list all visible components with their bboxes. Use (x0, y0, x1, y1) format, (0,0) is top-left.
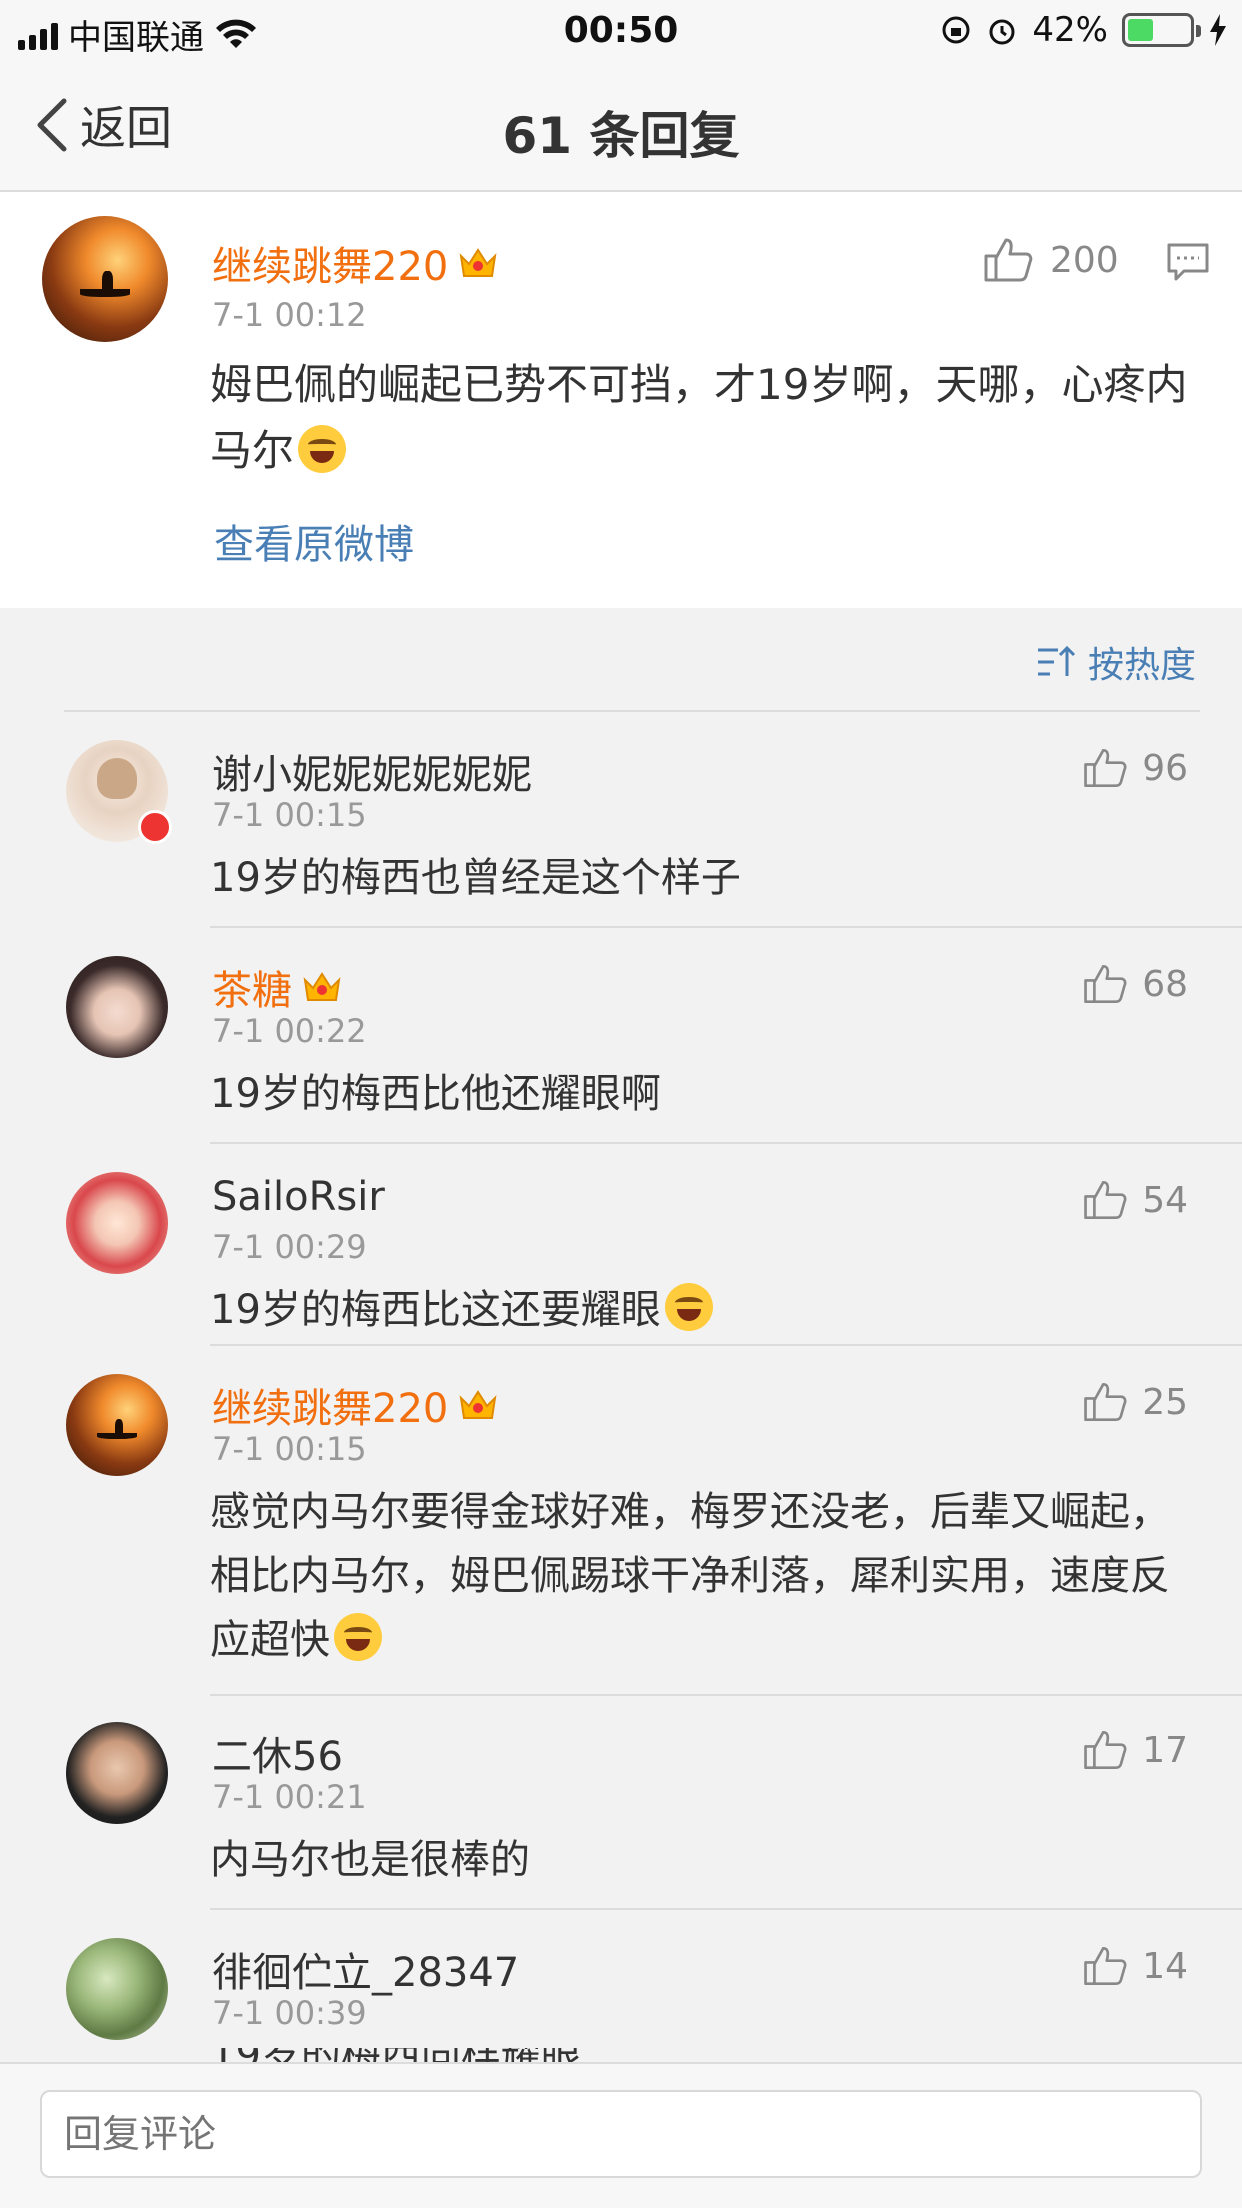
comment-text: 姆巴佩的崛起已势不可挡，才19岁啊，天哪，心疼内马尔 (210, 352, 1190, 484)
like-count: 96 (1142, 747, 1188, 789)
thumbs-up-icon (1084, 1382, 1127, 1422)
like-button[interactable]: 68 (1082, 962, 1188, 1006)
avatar[interactable] (66, 956, 168, 1058)
reply-time: 7-1 00:22 (212, 1012, 367, 1050)
sort-button[interactable]: 按热度 (1036, 636, 1196, 688)
username[interactable]: 二休56 (212, 1724, 343, 1782)
battery-percent: 42% (1032, 10, 1108, 50)
like-count: 14 (1142, 1945, 1188, 1987)
thumbs-up-icon (1084, 964, 1127, 1004)
view-original-link[interactable]: 查看原微博 (214, 512, 414, 570)
username[interactable]: 茶糖 (212, 958, 292, 1016)
nav-bar: 返回 61 条回复 (0, 62, 1242, 192)
username[interactable]: 徘徊伫立_28347 (212, 1940, 519, 1998)
username[interactable]: 谢小妮妮妮妮妮妮 (212, 742, 532, 800)
divider (64, 710, 1200, 712)
username[interactable]: SailoRsir (212, 1174, 385, 1220)
reply-user: SailoRsir (212, 1174, 385, 1220)
like-count: 68 (1142, 963, 1188, 1005)
username[interactable]: 继续跳舞220 (212, 234, 448, 292)
reply-user: 二休56 (212, 1724, 343, 1782)
shy-emoji-icon (334, 1613, 382, 1661)
reply-input[interactable] (40, 2090, 1202, 2178)
like-count: 200 (1050, 239, 1119, 281)
page-title: 61 条回复 (502, 107, 740, 165)
avatar[interactable] (42, 216, 168, 342)
reply-text: 19岁的梅西比这还要耀眼 (210, 1278, 1190, 1342)
avatar[interactable] (66, 1374, 168, 1476)
like-button[interactable]: 200 (982, 236, 1119, 284)
reply-user: 徘徊伫立_28347 (212, 1940, 519, 1998)
vip-crown-icon (303, 972, 341, 1001)
reply-text-truncated: 19岁的梅西同样耀眼 (210, 2048, 810, 2062)
thumbs-up-icon (984, 238, 1033, 282)
reply-text-body: 19岁的梅西比这还要耀眼 (210, 1287, 661, 1333)
battery-icon (1122, 13, 1201, 47)
thumbs-up-icon (1084, 1946, 1127, 1986)
reply-text: 19岁的梅西也曾经是这个样子 (210, 855, 741, 901)
like-button[interactable]: 54 (1082, 1178, 1188, 1222)
vip-crown-icon (459, 1390, 497, 1419)
comment-text-body: 姆巴佩的崛起已势不可挡，才19岁啊，天哪，心疼内马尔 (210, 360, 1188, 475)
username[interactable]: 继续跳舞220 (212, 1376, 448, 1434)
reply-text: 感觉内马尔要得金球好难，梅罗还没老，后辈又崛起，相比内马尔，姆巴佩踢球干净利落，… (210, 1480, 1190, 1672)
thumbs-up-icon (1084, 1730, 1127, 1770)
reply-time: 7-1 00:39 (212, 1994, 367, 2032)
like-button[interactable]: 14 (1082, 1944, 1188, 1988)
reply-user: 继续跳舞220 (212, 1376, 498, 1434)
rotation-lock-icon (942, 16, 970, 44)
verified-badge-icon (138, 810, 172, 844)
reply-time: 7-1 00:15 (212, 796, 367, 834)
like-count: 25 (1142, 1381, 1188, 1423)
bottom-bar (0, 2062, 1242, 2208)
divider (210, 1694, 1242, 1696)
comment-time: 7-1 00:12 (212, 296, 367, 334)
avatar[interactable] (66, 1172, 168, 1274)
divider (210, 1344, 1242, 1346)
battery-fill (1128, 19, 1154, 41)
status-bar: 中国联通 00:50 42% (0, 0, 1242, 62)
main-comment-user: 继续跳舞220 (212, 234, 498, 292)
comment-icon[interactable] (1166, 242, 1210, 282)
reply-user: 茶糖 (212, 958, 342, 1016)
reply-time: 7-1 00:21 (212, 1778, 367, 1816)
thumbs-up-icon (1084, 748, 1127, 788)
reply-user: 谢小妮妮妮妮妮妮 (212, 742, 532, 800)
like-button[interactable]: 17 (1082, 1728, 1188, 1772)
like-button[interactable]: 96 (1082, 746, 1188, 790)
reply-time: 7-1 00:29 (212, 1228, 367, 1266)
divider (210, 926, 1242, 928)
charging-icon (1210, 14, 1226, 46)
alarm-icon (989, 19, 1015, 45)
reply-text: 19岁的梅西比他还耀眼啊 (210, 1071, 661, 1117)
like-button[interactable]: 25 (1082, 1380, 1188, 1424)
reply-text: 内马尔也是很棒的 (210, 1837, 530, 1883)
divider (210, 1142, 1242, 1144)
like-count: 17 (1142, 1729, 1188, 1771)
avatar[interactable] (66, 1938, 168, 2040)
reply-time: 7-1 00:15 (212, 1430, 367, 1468)
divider (210, 1908, 1242, 1910)
sort-label: 按热度 (1088, 645, 1197, 686)
status-right: 42% (940, 10, 1228, 50)
sort-icon (1038, 645, 1076, 676)
vip-crown-icon (459, 248, 497, 277)
sad-emoji-icon (664, 1283, 713, 1331)
laugh-cry-emoji-icon (298, 425, 347, 473)
like-count: 54 (1142, 1179, 1188, 1221)
avatar[interactable] (66, 1722, 168, 1824)
thumbs-up-icon (1084, 1180, 1127, 1220)
main-comment: 继续跳舞220 7-1 00:12 姆巴佩的崛起已势不可挡，才19岁啊，天哪，心… (0, 192, 1242, 608)
